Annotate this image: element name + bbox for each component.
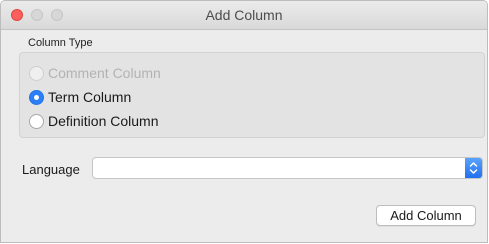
- language-select[interactable]: [92, 157, 483, 179]
- column-type-group: Comment Column Term Column Definition Co…: [19, 52, 485, 138]
- radio-button: [29, 65, 44, 81]
- radio-option-term-column[interactable]: Term Column: [29, 88, 131, 106]
- radio-label[interactable]: Definition Column: [48, 113, 159, 129]
- radio-label: Comment Column: [48, 65, 161, 81]
- radio-button[interactable]: [29, 89, 44, 105]
- window-title: Add Column: [205, 7, 283, 23]
- radio-option-definition-column[interactable]: Definition Column: [29, 112, 159, 130]
- column-type-label: Column Type: [28, 37, 93, 49]
- title-bar: Add Column: [1, 1, 487, 30]
- chevron-up-down-icon[interactable]: [465, 158, 482, 178]
- add-column-button[interactable]: Add Column: [376, 205, 476, 226]
- radio-button[interactable]: [29, 113, 44, 129]
- radio-label[interactable]: Term Column: [48, 89, 131, 105]
- language-label: Language: [22, 162, 80, 177]
- add-column-dialog: Add Column Column Type Comment Column Te…: [0, 0, 488, 243]
- radio-option-comment-column: Comment Column: [29, 64, 161, 82]
